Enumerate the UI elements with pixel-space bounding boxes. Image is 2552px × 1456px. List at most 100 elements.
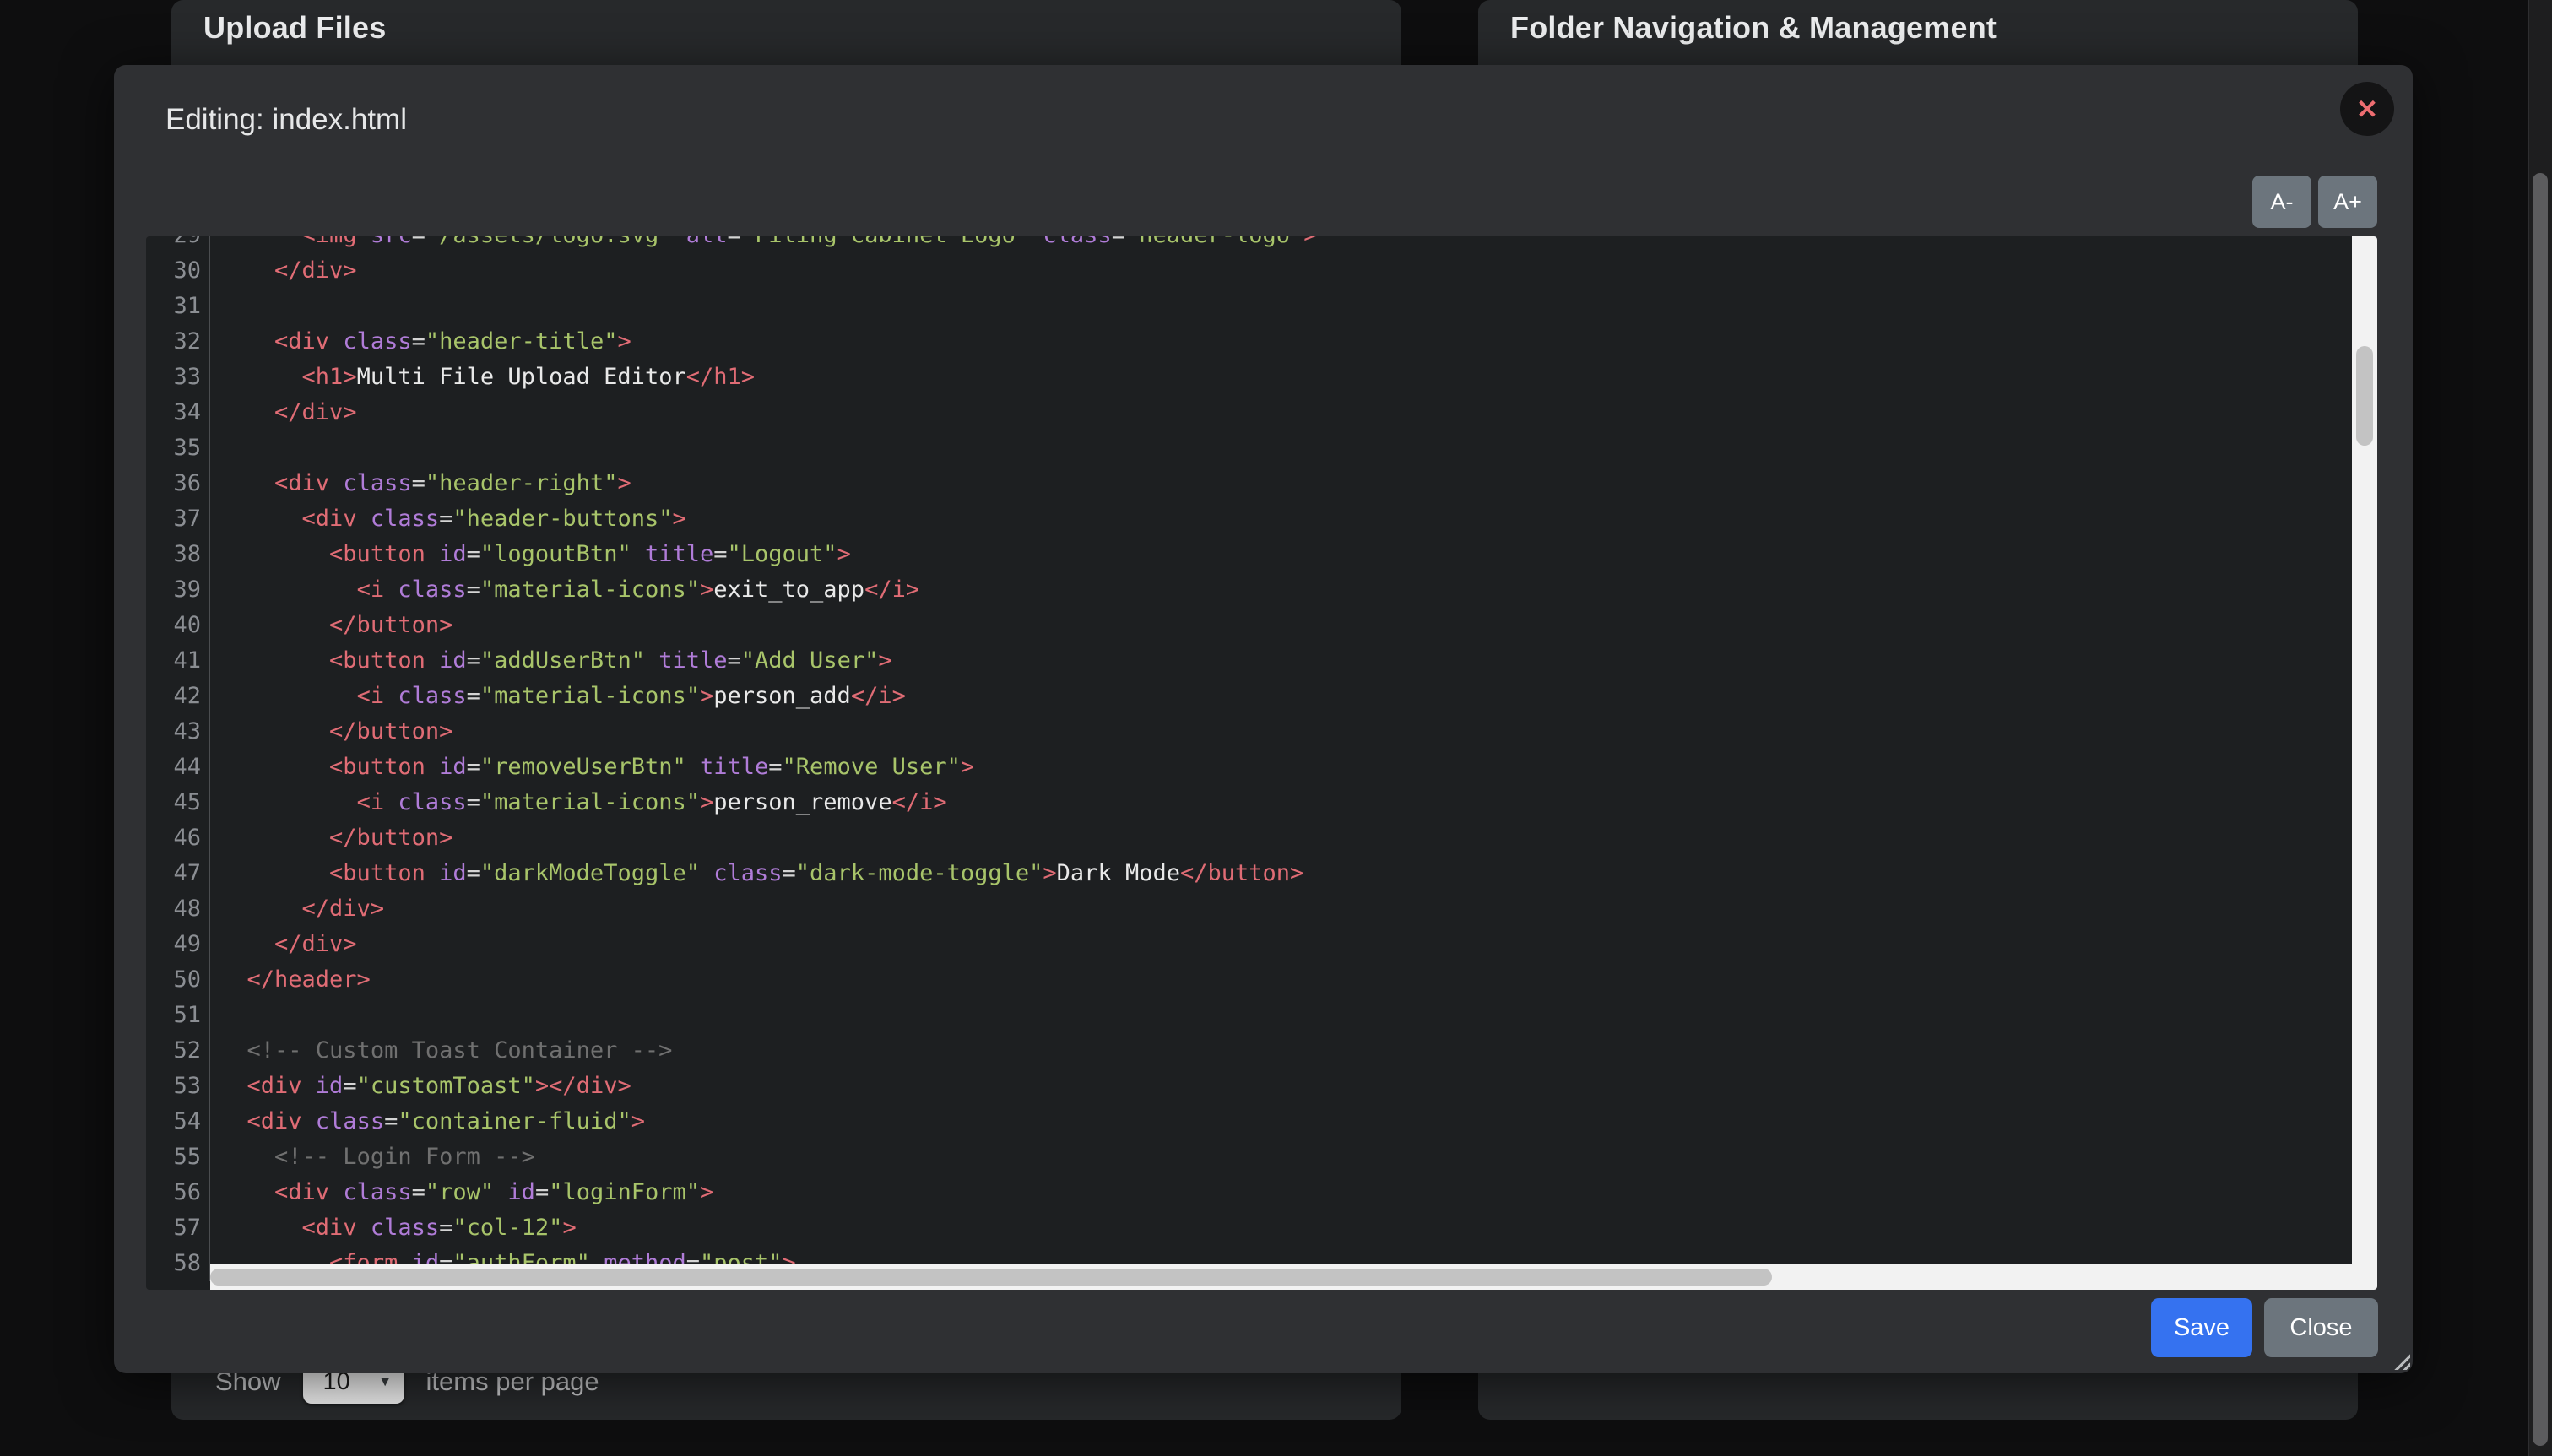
code-line[interactable]: 41 <button id="addUserBtn" title="Add Us… xyxy=(146,643,2377,679)
code-line[interactable]: 35 xyxy=(146,430,2377,466)
line-number: 32 xyxy=(146,324,210,360)
code-line-text: <button id="addUserBtn" title="Add User"… xyxy=(210,643,892,679)
code-line-text: </header> xyxy=(210,962,371,998)
line-number: 50 xyxy=(146,962,210,998)
line-number: 43 xyxy=(146,714,210,750)
code-line[interactable]: 29 <img src="/assets/logo.svg" alt="Fili… xyxy=(146,236,2377,253)
code-line-text: </div> xyxy=(210,927,357,962)
code-line[interactable]: 37 <div class="header-buttons"> xyxy=(146,501,2377,537)
close-button[interactable]: Close xyxy=(2264,1298,2378,1357)
code-line[interactable]: 46 </button> xyxy=(146,820,2377,856)
code-line-text: </button> xyxy=(210,714,452,750)
modal-resize-grip[interactable] xyxy=(2392,1351,2410,1370)
code-line[interactable]: 55 <!-- Login Form --> xyxy=(146,1139,2377,1175)
modal-close-button[interactable]: ✕ xyxy=(2340,82,2394,136)
code-line[interactable]: 47 <button id="darkModeToggle" class="da… xyxy=(146,856,2377,891)
code-line[interactable]: 57 <div class="col-12"> xyxy=(146,1210,2377,1246)
line-number: 57 xyxy=(146,1210,210,1246)
code-line[interactable]: 39 <i class="material-icons">exit_to_app… xyxy=(146,572,2377,608)
code-line-text: </div> xyxy=(210,891,384,927)
line-number: 49 xyxy=(146,927,210,962)
select-dropdown-icon: ▼ xyxy=(378,1373,404,1390)
code-line[interactable]: 34 </div> xyxy=(146,395,2377,430)
code-line-text xyxy=(210,998,219,1033)
code-line-text: </div> xyxy=(210,253,357,289)
line-number: 58 xyxy=(146,1246,210,1281)
code-line[interactable]: 36 <div class="header-right"> xyxy=(146,466,2377,501)
code-line[interactable]: 33 <h1>Multi File Upload Editor</h1> xyxy=(146,360,2377,395)
code-line[interactable]: 40 </button> xyxy=(146,608,2377,643)
code-line[interactable]: 52 <!-- Custom Toast Container --> xyxy=(146,1033,2377,1069)
folder-navigation-card-title: Folder Navigation & Management xyxy=(1478,0,2358,46)
code-line-text: <div class="col-12"> xyxy=(210,1210,577,1246)
line-number: 36 xyxy=(146,466,210,501)
code-line[interactable]: 56 <div class="row" id="loginForm"> xyxy=(146,1175,2377,1210)
line-number: 41 xyxy=(146,643,210,679)
line-number: 48 xyxy=(146,891,210,927)
page-scrollbar[interactable] xyxy=(2528,0,2552,1456)
code-line[interactable]: 49 </div> xyxy=(146,927,2377,962)
code-content[interactable]: 29 <img src="/assets/logo.svg" alt="Fili… xyxy=(146,236,2377,1281)
line-number: 37 xyxy=(146,501,210,537)
code-line[interactable]: 31 xyxy=(146,289,2377,324)
code-line-text: <!-- Custom Toast Container --> xyxy=(210,1033,672,1069)
code-line-text xyxy=(210,289,219,324)
code-line-text xyxy=(210,430,219,466)
code-line-text: <h1>Multi File Upload Editor</h1> xyxy=(210,360,755,395)
code-line-text: <button id="removeUserBtn" title="Remove… xyxy=(210,750,974,785)
code-line-text: </button> xyxy=(210,820,452,856)
code-line-text: <i class="material-icons">person_add</i> xyxy=(210,679,906,714)
line-number: 38 xyxy=(146,537,210,572)
code-line[interactable]: 51 xyxy=(146,998,2377,1033)
editor-horizontal-scrollbar-thumb[interactable] xyxy=(210,1269,1772,1286)
code-line-text: <div class="container-fluid"> xyxy=(210,1104,645,1139)
code-line-text: <div class="header-buttons"> xyxy=(210,501,686,537)
code-line-text: <img src="/assets/logo.svg" alt="Filing … xyxy=(210,236,1318,253)
edit-file-modal: Editing: index.html ✕ A- A+ 29 <img src=… xyxy=(114,65,2413,1373)
code-line[interactable]: 38 <button id="logoutBtn" title="Logout"… xyxy=(146,537,2377,572)
code-line-text: <button id="darkModeToggle" class="dark-… xyxy=(210,856,1303,891)
editor-vertical-scrollbar-thumb[interactable] xyxy=(2356,346,2373,446)
editor-vertical-scrollbar[interactable] xyxy=(2352,236,2377,1290)
code-line-text: <i class="material-icons">exit_to_app</i… xyxy=(210,572,919,608)
line-number: 46 xyxy=(146,820,210,856)
save-button[interactable]: Save xyxy=(2151,1298,2252,1357)
line-number: 34 xyxy=(146,395,210,430)
code-line-text: <div id="customToast"></div> xyxy=(210,1069,631,1104)
line-number: 40 xyxy=(146,608,210,643)
code-line[interactable]: 54 <div class="container-fluid"> xyxy=(146,1104,2377,1139)
line-number: 56 xyxy=(146,1175,210,1210)
line-number: 45 xyxy=(146,785,210,820)
font-increase-button[interactable]: A+ xyxy=(2318,176,2377,228)
line-number: 29 xyxy=(146,236,210,253)
code-line-text: <div class="header-title"> xyxy=(210,324,631,360)
line-number: 39 xyxy=(146,572,210,608)
code-editor[interactable]: 29 <img src="/assets/logo.svg" alt="Fili… xyxy=(146,236,2377,1290)
code-line[interactable]: 53 <div id="customToast"></div> xyxy=(146,1069,2377,1104)
code-line[interactable]: 30 </div> xyxy=(146,253,2377,289)
line-number: 44 xyxy=(146,750,210,785)
font-size-controls: A- A+ xyxy=(2252,176,2377,228)
code-line[interactable]: 45 <i class="material-icons">person_remo… xyxy=(146,785,2377,820)
line-number: 51 xyxy=(146,998,210,1033)
code-line-text: </div> xyxy=(210,395,357,430)
code-line-text: <!-- Login Form --> xyxy=(210,1139,535,1175)
line-number: 42 xyxy=(146,679,210,714)
line-number: 30 xyxy=(146,253,210,289)
code-line[interactable]: 50 </header> xyxy=(146,962,2377,998)
font-decrease-button[interactable]: A- xyxy=(2252,176,2311,228)
code-line[interactable]: 32 <div class="header-title"> xyxy=(146,324,2377,360)
editor-horizontal-scrollbar[interactable] xyxy=(210,1264,2352,1290)
upload-files-card-title: Upload Files xyxy=(171,0,1401,46)
code-line-text: <button id="logoutBtn" title="Logout"> xyxy=(210,537,851,572)
code-line[interactable]: 42 <i class="material-icons">person_add<… xyxy=(146,679,2377,714)
code-line[interactable]: 43 </button> xyxy=(146,714,2377,750)
page-scrollbar-thumb[interactable] xyxy=(2533,173,2548,1446)
line-number: 53 xyxy=(146,1069,210,1104)
code-line-text: <i class="material-icons">person_remove<… xyxy=(210,785,947,820)
code-line[interactable]: 48 </div> xyxy=(146,891,2377,927)
code-line[interactable]: 44 <button id="removeUserBtn" title="Rem… xyxy=(146,750,2377,785)
line-number: 52 xyxy=(146,1033,210,1069)
code-line-text: <div class="row" id="loginForm"> xyxy=(210,1175,713,1210)
line-number: 47 xyxy=(146,856,210,891)
